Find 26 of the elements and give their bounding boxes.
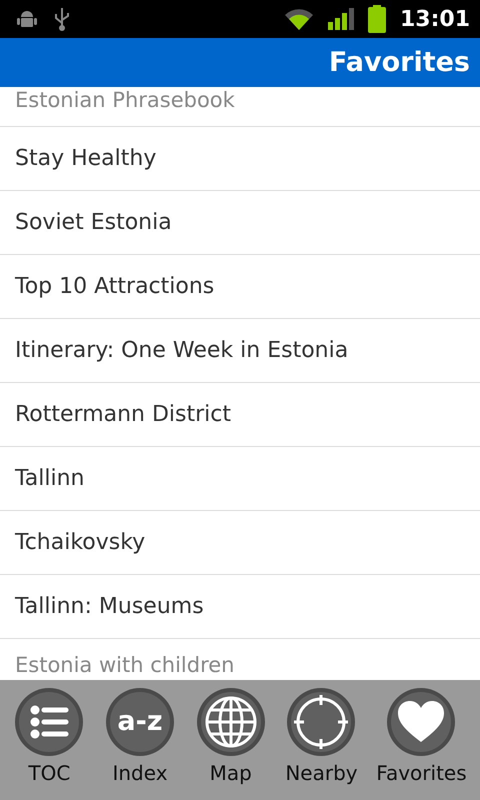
list-item[interactable]: Soviet Estonia bbox=[15, 210, 172, 235]
wifi-icon bbox=[284, 7, 314, 31]
list-item[interactable]: Estonian Phrasebook bbox=[15, 87, 235, 113]
usb-icon bbox=[52, 6, 72, 32]
list-icon bbox=[13, 686, 86, 758]
toolbar-button[interactable]: Nearby bbox=[285, 686, 358, 800]
clock-time: 13:01 bbox=[400, 6, 470, 32]
list-item[interactable]: Top 10 Attractions bbox=[15, 274, 214, 299]
list-item[interactable]: Tallinn bbox=[15, 466, 85, 491]
list-item[interactable]: Rottermann District bbox=[15, 402, 232, 427]
list-item[interactable]: Itinerary: One Week in Estonia bbox=[15, 338, 348, 363]
crosshair-icon bbox=[285, 686, 358, 758]
list-item[interactable]: Tallinn: Museums bbox=[15, 594, 204, 619]
globe-icon bbox=[194, 686, 267, 758]
toolbar-button[interactable]: TOC bbox=[13, 686, 86, 800]
signal-icon bbox=[328, 8, 354, 30]
toolbar-button[interactable]: Favorites bbox=[376, 686, 467, 800]
toolbar-button[interactable]: Map bbox=[194, 686, 267, 800]
screen-title: Favorites bbox=[328, 47, 470, 78]
index-icon: a-z bbox=[104, 686, 176, 758]
list-item[interactable]: Tchaikovsky bbox=[15, 530, 146, 555]
android-icon bbox=[16, 8, 38, 30]
list-item[interactable]: Stay Healthy bbox=[15, 146, 156, 171]
list-item[interactable]: Estonia with children bbox=[15, 652, 234, 678]
toolbar-button[interactable]: a-z Index bbox=[104, 686, 176, 800]
battery-icon bbox=[368, 5, 386, 33]
